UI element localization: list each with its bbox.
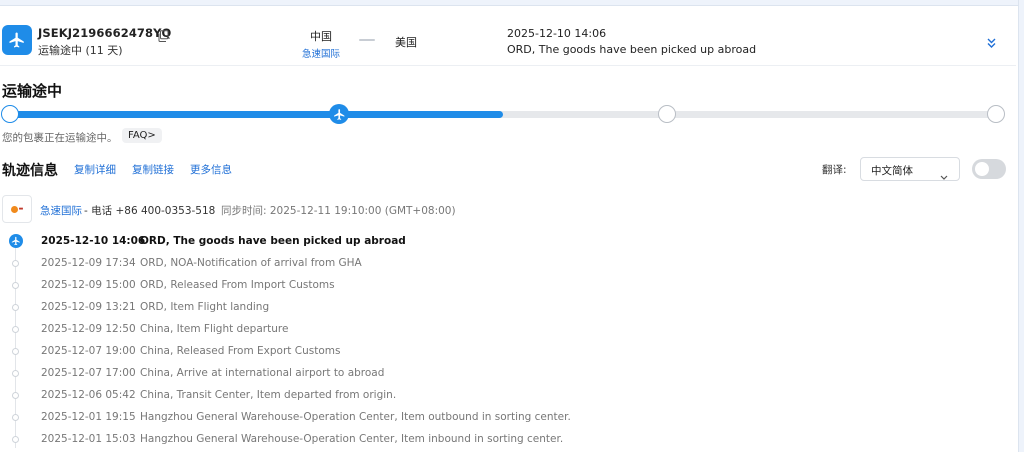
language-select[interactable]: 中文简体 — [860, 157, 960, 181]
origin-carrier[interactable]: 急速国际 — [302, 46, 340, 60]
carrier-name-link[interactable]: 急速国际 — [40, 203, 82, 218]
language-value: 中文简体 — [871, 165, 913, 177]
translate-label: 翻译: — [822, 164, 847, 176]
event-time: 2025-12-09 12:50 — [41, 323, 136, 335]
timeline-dot — [12, 436, 19, 443]
timeline-event: 2025-12-07 19:00 China, Released From Exp… — [0, 343, 700, 365]
carrier-phone: - 电话 +86 400-0353-518 — [84, 205, 216, 217]
event-time: 2025-12-07 17:00 — [41, 367, 136, 379]
timeline-dot — [12, 304, 19, 311]
event-time: 2025-12-09 17:34 — [41, 257, 136, 269]
airplane-icon — [9, 234, 23, 248]
event-description: ORD, Released From Import Customs — [140, 279, 335, 291]
event-description: China, Released From Export Customs — [140, 345, 341, 357]
shipment-header[interactable]: JSEKJ2196662478YQ 运输途中 (11 天) 中国 急速国际 美国… — [0, 14, 1016, 66]
timeline-event: 2025-12-09 13:21 ORD, Item Flight landing — [0, 299, 700, 321]
copy-icon[interactable] — [157, 27, 169, 42]
timeline-dot — [12, 260, 19, 267]
timeline-event: 2025-12-10 14:06 ORD, The goods have been… — [0, 233, 700, 255]
progress-step — [658, 105, 676, 123]
latest-event-summary: 2025-12-10 14:06 ORD, The goods have bee… — [507, 26, 756, 58]
latest-event-time: 2025-12-10 14:06 — [507, 27, 607, 40]
timeline-event: 2025-12-07 17:00 China, Arrive at interna… — [0, 365, 700, 387]
progress-step-current — [329, 104, 349, 124]
timeline-dot — [12, 370, 19, 377]
latest-event-text: ORD, The goods have been picked up abroa… — [507, 43, 757, 56]
airplane-icon — [333, 108, 344, 120]
event-time: 2025-12-07 19:00 — [41, 345, 136, 357]
event-description: Hangzhou General Warehouse-Operation Cen… — [140, 411, 571, 423]
translate-toggle[interactable] — [972, 159, 1006, 179]
event-description: Hangzhou General Warehouse-Operation Cen… — [140, 433, 564, 445]
progress-note: 您的包裹正在运输途中。 — [2, 132, 118, 144]
timeline-event: 2025-12-06 05:42 China, Transit Center, I… — [0, 387, 700, 409]
progress-title: 运输途中 — [2, 82, 63, 100]
top-window-strip — [0, 0, 1024, 6]
faq-link[interactable]: FAQ> — [122, 128, 162, 143]
tracking-info-title: 轨迹信息 — [2, 163, 58, 179]
event-description: China, Arrive at international airport t… — [140, 367, 385, 379]
event-time: 2025-12-09 13:21 — [41, 301, 136, 313]
timeline-event: 2025-12-09 12:50 China, Item Flight depar… — [0, 321, 700, 343]
event-time: 2025-12-01 19:15 — [41, 411, 136, 423]
toggle-knob — [975, 162, 989, 176]
event-description: ORD, The goods have been picked up abroa… — [140, 235, 406, 247]
origin-country: 中国 — [310, 30, 332, 43]
carrier-logo: ▬ — [2, 195, 32, 223]
route-line — [359, 39, 375, 41]
event-time: 2025-12-06 05:42 — [41, 389, 136, 401]
tracking-number: JSEKJ2196662478YQ — [38, 26, 172, 40]
copy-link-link[interactable]: 复制链接 — [132, 162, 174, 177]
timeline-event: 2025-12-01 15:03 Hangzhou General Warehou… — [0, 431, 700, 452]
timeline-dot — [12, 348, 19, 355]
timeline-event: 2025-12-09 17:34 ORD, NOA-Notification of… — [0, 255, 700, 277]
timeline-event: 2025-12-01 19:15 Hangzhou General Warehou… — [0, 409, 700, 431]
carrier-logo-text: ▬ — [18, 206, 24, 212]
more-info-link[interactable]: 更多信息 — [190, 162, 232, 177]
chevron-down-icon — [940, 166, 948, 180]
event-description: China, Transit Center, Item departed fro… — [140, 389, 397, 401]
shipment-status: 运输途中 (11 天) — [38, 44, 123, 57]
timeline-event: 2025-12-09 15:00 ORD, Released From Impor… — [0, 277, 700, 299]
copy-details-link[interactable]: 复制详细 — [74, 162, 116, 177]
sync-time: 同步时间: 2025-12-11 19:10:00 (GMT+08:00) — [221, 205, 456, 217]
timeline-dot — [12, 282, 19, 289]
event-time: 2025-12-09 15:00 — [41, 279, 136, 291]
event-time: 2025-12-10 14:06 — [41, 235, 146, 247]
timeline-dot — [12, 392, 19, 399]
carrier-logo-mark — [10, 205, 18, 213]
event-description: ORD, NOA-Notification of arrival from GH… — [140, 257, 362, 269]
event-description: ORD, Item Flight landing — [140, 301, 270, 313]
timeline-dot — [12, 414, 19, 421]
progress-step — [1, 105, 19, 123]
progress-step — [987, 105, 1005, 123]
origin-block: 中国 急速国际 — [302, 28, 340, 60]
event-time: 2025-12-01 15:03 — [41, 433, 136, 445]
timeline-dot — [12, 326, 19, 333]
event-description: China, Item Flight departure — [140, 323, 289, 335]
page-scroll-edge[interactable] — [1018, 0, 1024, 452]
airplane-icon — [2, 25, 32, 55]
destination-country: 美国 — [395, 36, 417, 49]
double-chevron-down-icon[interactable] — [986, 34, 997, 48]
progress-fill — [10, 111, 503, 118]
